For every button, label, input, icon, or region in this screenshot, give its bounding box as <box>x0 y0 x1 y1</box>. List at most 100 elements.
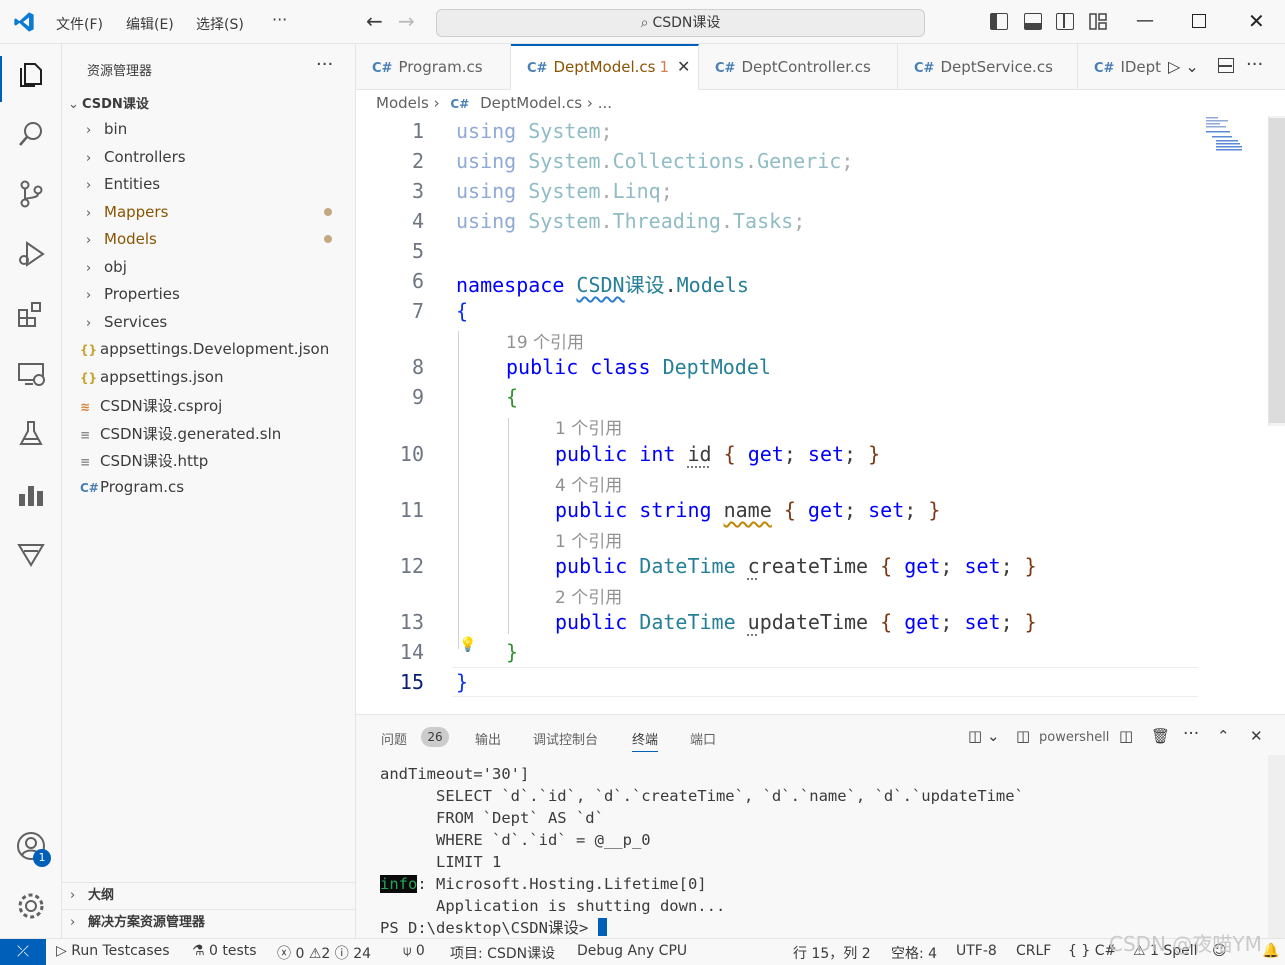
code-editor[interactable]: 1 2 3 4 5 6 7 8 9 10 11 12 13 14 15 usin… <box>356 116 1285 714</box>
codelens-references[interactable]: 19 个引用 <box>506 328 584 353</box>
tree-folder-mappers[interactable]: › Mappers <box>86 203 168 227</box>
explorer-icon[interactable] <box>15 58 47 90</box>
outline-section[interactable]: › 大纲 <box>62 882 356 909</box>
close-tab-icon[interactable]: ✕ <box>677 57 690 76</box>
tests-label: 0 tests <box>209 943 257 959</box>
forward-arrow-icon[interactable]: → <box>398 11 415 31</box>
panel-tab-debug-console[interactable]: 调试控制台 <box>533 729 598 748</box>
breadcrumb-file[interactable]: DeptModel.cs <box>480 94 582 112</box>
lightbulb-icon[interactable]: 💡 <box>459 637 476 653</box>
explorer-more-icon[interactable]: ··· <box>316 54 333 75</box>
problems-status-item[interactable]: ⓧ 0 ⚠2 ⓘ 24 <box>277 943 371 963</box>
tab-deptcontroller-cs[interactable]: C# DeptController.cs <box>699 44 898 90</box>
split-terminal-icon[interactable]: ◫ <box>1119 727 1133 745</box>
remote-indicator-icon[interactable]: ⤫ <box>0 939 46 965</box>
eol-item[interactable]: CRLF <box>1016 943 1051 959</box>
cursor-position-item[interactable]: 行 15，列 2 <box>793 943 871 963</box>
settings-gear-icon[interactable] <box>15 890 47 922</box>
terminal-layout-icon[interactable]: ◫ ⌄ <box>968 727 1000 745</box>
tab-idept[interactable]: C# IDept <box>1078 44 1168 90</box>
customize-layout-icon[interactable] <box>1089 13 1107 30</box>
line-number: 10 <box>399 442 424 466</box>
charts-icon[interactable] <box>15 478 47 510</box>
terminal-scrollbar[interactable] <box>1268 755 1285 939</box>
run-debug-icon[interactable] <box>15 238 47 270</box>
indentation-item[interactable]: 空格: 4 <box>891 943 937 963</box>
breadcrumb-folder[interactable]: Models <box>376 94 429 112</box>
search-view-icon[interactable] <box>15 118 47 150</box>
minimap[interactable] <box>1204 116 1264 156</box>
command-center-search[interactable]: ⌕ CSDN课设 <box>436 9 925 37</box>
tree-folder-bin[interactable]: › bin <box>86 120 127 144</box>
tree-folder-services[interactable]: › Services <box>86 313 167 337</box>
tree-file-csproj[interactable]: ≋ CSDN课设.csproj <box>80 395 222 419</box>
vscode-logo-icon[interactable] <box>12 11 36 33</box>
back-arrow-icon[interactable]: ← <box>366 11 383 31</box>
tree-file-sln[interactable]: ≡ CSDN课设.generated.sln <box>80 423 281 447</box>
error-count: 0 <box>295 946 305 962</box>
tree-folder-entities[interactable]: › Entities <box>86 175 160 199</box>
codelens-references[interactable]: 1 个引用 <box>555 527 622 552</box>
menu-edit[interactable]: 编辑(E) <box>126 14 174 34</box>
code-line-9: { <box>506 385 519 409</box>
terminal-output[interactable]: andTimeout='30'] SELECT `d`.`id`, `d`.`c… <box>380 763 1024 939</box>
tab-deptservice-cs[interactable]: C# DeptService.cs <box>898 44 1078 90</box>
panel-more-icon[interactable]: ··· <box>1183 724 1199 744</box>
split-editor-icon[interactable] <box>1218 58 1234 73</box>
kill-terminal-trash-icon[interactable]: 🗑 <box>1151 727 1170 745</box>
tree-folder-properties[interactable]: › Properties <box>86 285 180 309</box>
tab-program-cs[interactable]: C# Program.cs <box>356 44 511 90</box>
maximize-icon[interactable] <box>1192 14 1206 28</box>
editor-more-icon[interactable]: ··· <box>1246 54 1263 75</box>
codelens-references[interactable]: 1 个引用 <box>555 414 622 439</box>
project-status-item[interactable]: 项目: CSDN课设 <box>450 943 555 963</box>
codelens-references[interactable]: 2 个引用 <box>555 583 622 608</box>
tests-item[interactable]: ⚗ 0 tests <box>192 943 257 959</box>
maximize-panel-chevron-up-icon[interactable]: ⌃ <box>1217 727 1230 745</box>
panel-tab-problems[interactable]: 问题 <box>381 729 407 748</box>
tree-file-appsettings[interactable]: {} appsettings.json <box>80 368 224 392</box>
testing-icon[interactable] <box>15 418 47 450</box>
menu-file[interactable]: 文件(F) <box>56 14 103 34</box>
tree-file-appsettings-dev[interactable]: {} appsettings.Development.json <box>80 340 329 364</box>
panel-tab-ports[interactable]: 端口 <box>690 729 716 748</box>
extensions-icon[interactable] <box>15 298 47 330</box>
indent-guide <box>508 418 509 634</box>
close-panel-icon[interactable]: ✕ <box>1250 727 1263 745</box>
notifications-bell-icon[interactable]: 🔔 <box>1262 943 1279 959</box>
minimize-icon[interactable]: — <box>1136 10 1154 32</box>
remote-explorer-icon[interactable] <box>15 358 47 390</box>
tree-folder-obj[interactable]: › obj <box>86 258 127 282</box>
menu-more-icon[interactable]: ··· <box>272 10 287 29</box>
toggle-sidebar-icon[interactable] <box>990 13 1008 30</box>
toggle-secondary-sidebar-icon[interactable] <box>1056 13 1074 30</box>
line-number: 4 <box>411 209 424 233</box>
solution-explorer-section[interactable]: › 解决方案资源管理器 <box>62 909 356 936</box>
encoding-item[interactable]: UTF-8 <box>956 943 997 959</box>
editor-scroll-thumb[interactable] <box>1269 118 1285 423</box>
close-window-icon[interactable]: ✕ <box>1248 10 1265 32</box>
toggle-panel-icon[interactable] <box>1024 13 1042 30</box>
ports-status-item[interactable]: ⍦ 0 <box>403 943 425 959</box>
tree-item-label: Controllers <box>104 148 186 166</box>
panel-tab-terminal[interactable]: 终端 <box>632 729 659 752</box>
build-config-item[interactable]: Debug Any CPU <box>577 943 687 959</box>
funnel-icon[interactable] <box>15 538 47 570</box>
tree-file-http[interactable]: ≡ CSDN课设.http <box>80 450 208 474</box>
tab-deptmodel-cs[interactable]: C# DeptModel.cs 1 ✕ <box>511 44 699 90</box>
code-line-6: namespace CSDN课设.Models <box>456 273 749 297</box>
breadcrumb-tail[interactable]: ... <box>598 94 612 112</box>
run-testcases-item[interactable]: ▷ Run Testcases <box>56 943 170 959</box>
modified-dot <box>324 235 332 243</box>
menu-selection[interactable]: 选择(S) <box>196 14 244 34</box>
panel-tab-output[interactable]: 输出 <box>475 729 501 748</box>
tree-folder-models[interactable]: › Models <box>86 230 157 254</box>
terminal-shell-label[interactable]: powershell <box>1039 730 1109 745</box>
run-file-icon[interactable]: ▷ ⌄ <box>1168 57 1199 76</box>
status-bar: ⤫ ▷ Run Testcases ⚗ 0 tests ⓧ 0 ⚠2 ⓘ 24 … <box>0 938 1285 965</box>
workspace-root-folder[interactable]: ⌄ CSDN课设 <box>68 93 149 112</box>
codelens-references[interactable]: 4 个引用 <box>555 471 622 496</box>
tree-file-program[interactable]: C#Program.cs <box>80 478 184 502</box>
tree-folder-controllers[interactable]: › Controllers <box>86 148 186 172</box>
source-control-icon[interactable] <box>15 178 47 210</box>
